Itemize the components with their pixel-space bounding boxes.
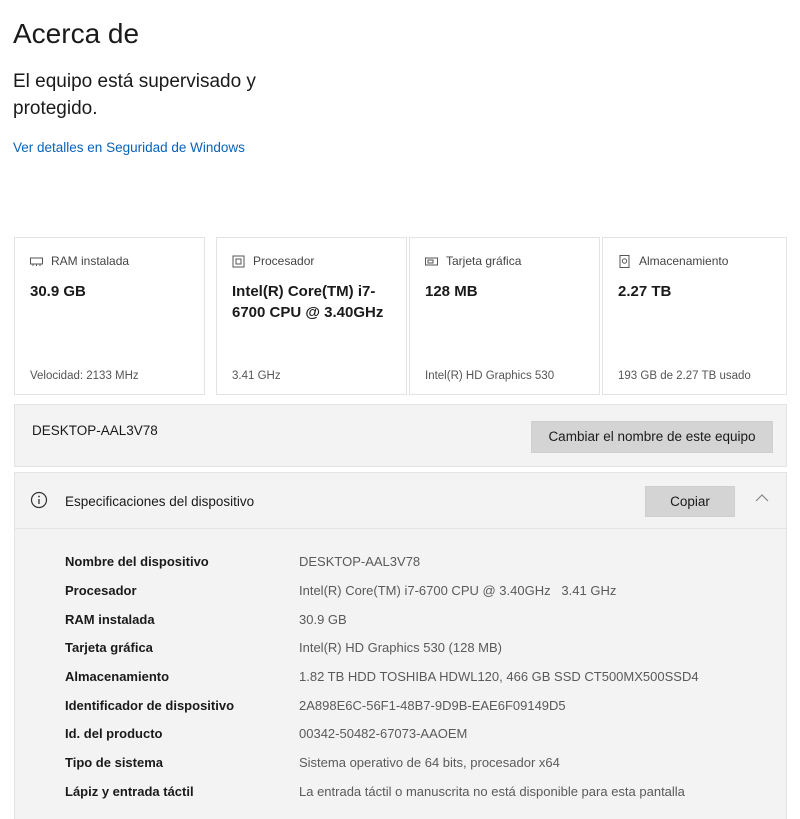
spec-key: Tarjeta gráfica <box>65 640 153 655</box>
spec-value: Intel(R) HD Graphics 530 (128 MB) <box>299 640 503 655</box>
spec-key: Nombre del dispositivo <box>65 554 209 569</box>
spec-value: 30.9 GB <box>299 612 347 627</box>
storage-card-footer: 193 GB de 2.27 TB usado <box>618 370 751 382</box>
spec-value: Intel(R) Core(TM) i7-6700 CPU @ 3.40GHz … <box>299 583 617 598</box>
graphics-card: Tarjeta gráfica 128 MB Intel(R) HD Graph… <box>409 237 600 395</box>
graphics-card-label: Tarjeta gráfica <box>446 254 522 268</box>
storage-icon <box>619 254 630 268</box>
graphics-card-icon <box>425 257 438 265</box>
spec-value: 1.82 TB HDD TOSHIBA HDWL120, 466 GB SSD … <box>299 669 699 684</box>
storage-card: Almacenamiento 2.27 TB 193 GB de 2.27 TB… <box>602 237 787 395</box>
spec-value: 00342-50482-67073-AAOEM <box>299 726 468 741</box>
ram-card: RAM instalada 30.9 GB Velocidad: 2133 MH… <box>14 237 205 395</box>
spec-key: Almacenamiento <box>65 669 170 684</box>
ram-card-value: 30.9 GB <box>30 283 86 300</box>
graphics-card-footer: Intel(R) HD Graphics 530 <box>425 370 555 382</box>
security-details-link[interactable]: Ver detalles en Seguridad de Windows <box>13 140 245 155</box>
spec-key: Tipo de sistema <box>65 755 164 770</box>
device-specs-title: Especificaciones del dispositivo <box>65 494 255 509</box>
processor-card-value: Intel(R) Core(TM) i7-6700 CPU @ 3.40GHz <box>232 283 384 321</box>
ram-card-label: RAM instalada <box>51 254 130 268</box>
hardware-summary-cards: RAM instalada 30.9 GB Velocidad: 2133 MH… <box>14 237 787 397</box>
ram-card-footer: Velocidad: 2133 MHz <box>30 370 139 382</box>
spec-value: La entrada táctil o manuscrita no está d… <box>299 784 685 799</box>
memory-icon <box>30 257 43 266</box>
spec-value: 2A898E6C-56F1-48B7-9D9B-EAE6F09149D5 <box>299 698 566 713</box>
storage-card-label: Almacenamiento <box>639 254 729 268</box>
spec-value: DESKTOP-AAL3V78 <box>299 554 421 569</box>
page-title: Acerca de <box>13 18 140 49</box>
spec-key: Procesador <box>65 583 137 598</box>
copy-button[interactable]: Copiar <box>645 486 735 517</box>
spec-key: Lápiz y entrada táctil <box>65 784 194 799</box>
graphics-card-value: 128 MB <box>425 283 478 300</box>
processor-icon <box>232 255 245 267</box>
processor-card-label: Procesador <box>253 254 315 268</box>
storage-card-value: 2.27 TB <box>618 283 672 300</box>
processor-card-footer: 3.41 GHz <box>232 370 281 382</box>
device-name-bar: DESKTOP-AAL3V78 Cambiar el nombre de est… <box>14 404 787 467</box>
device-name: DESKTOP-AAL3V78 <box>32 423 158 438</box>
spec-key: Identificador de dispositivo <box>65 698 235 713</box>
info-icon <box>30 491 48 509</box>
device-specs-list: Nombre del dispositivo DESKTOP-AAL3V78 Pr… <box>14 529 787 819</box>
processor-card: Procesador Intel(R) Core(TM) i7-6700 CPU… <box>216 237 407 395</box>
rename-pc-button[interactable]: Cambiar el nombre de este equipo <box>531 421 773 453</box>
spec-key: RAM instalada <box>65 612 155 627</box>
spec-value: Sistema operativo de 64 bits, procesador… <box>299 755 560 770</box>
spec-key: Id. del producto <box>65 726 163 741</box>
chevron-up-icon[interactable] <box>755 493 769 503</box>
protection-status-text: El equipo está supervisado y protegido. <box>13 71 256 119</box>
device-specs-header[interactable]: Especificaciones del dispositivo Copiar <box>14 472 787 529</box>
